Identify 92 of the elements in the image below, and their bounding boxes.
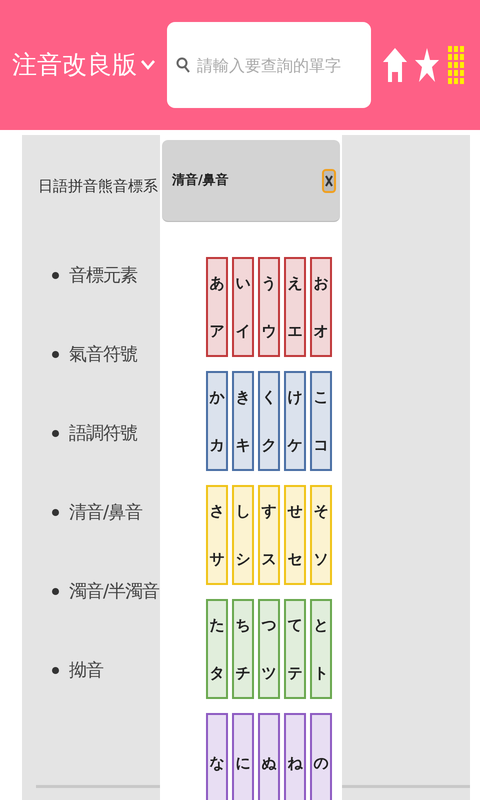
kana-character: ク xyxy=(262,434,276,456)
kana-character: え xyxy=(288,272,302,294)
kana-tile[interactable]: き キ xyxy=(232,371,254,471)
kana-character: テ xyxy=(288,662,302,684)
kana-tile[interactable]: の xyxy=(310,713,332,800)
kana-character: カ xyxy=(210,434,224,456)
kana-character: セ xyxy=(288,548,302,570)
kana-character: す xyxy=(262,500,276,522)
search-icon xyxy=(176,57,190,73)
kana-character: い xyxy=(236,272,250,294)
kana-character: ケ xyxy=(288,434,302,456)
kana-tile[interactable]: ぬ xyxy=(258,713,280,800)
home-icon[interactable] xyxy=(383,48,408,82)
kana-character: こ xyxy=(314,386,328,408)
kana-character: と xyxy=(314,614,328,636)
kana-character: う xyxy=(262,272,276,294)
kana-tile[interactable]: う ウ xyxy=(258,257,280,357)
sidebar-link[interactable]: 語調符號 xyxy=(69,420,137,446)
kana-tile[interactable]: く ク xyxy=(258,371,280,471)
kana-tile[interactable]: な xyxy=(206,713,228,800)
kana-tile[interactable]: た タ xyxy=(206,599,228,699)
kana-character: シ xyxy=(236,548,250,570)
close-button[interactable] xyxy=(322,168,336,192)
kana-character: サ xyxy=(210,548,224,570)
kana-character: お xyxy=(314,272,328,294)
kana-character: ち xyxy=(236,614,250,636)
close-icon xyxy=(325,174,333,186)
kana-tile[interactable]: と ト xyxy=(310,599,332,699)
bullet-icon xyxy=(52,272,59,278)
sidebar-link[interactable]: 音標元素 xyxy=(69,262,137,288)
kana-character: の xyxy=(314,752,328,774)
sidebar-heading: 日語拼音熊音標系 xyxy=(38,176,158,197)
kana-character: ト xyxy=(314,662,328,684)
kana-character: ス xyxy=(262,548,276,570)
kana-character: し xyxy=(236,500,250,522)
grid-menu-icon[interactable] xyxy=(448,46,464,84)
kana-tile[interactable]: せ セ xyxy=(284,485,306,585)
kana-tile[interactable]: す ス xyxy=(258,485,280,585)
kana-character: き xyxy=(236,386,250,408)
kana-character: コ xyxy=(314,434,328,456)
kana-character: エ xyxy=(288,320,302,342)
bullet-icon xyxy=(52,430,59,436)
kana-character: ツ xyxy=(262,662,276,684)
bullet-icon xyxy=(52,666,59,674)
kana-tile[interactable]: さ サ xyxy=(206,485,228,585)
sidebar-link[interactable]: 氣音符號 xyxy=(69,340,137,368)
kana-tile[interactable]: け ケ xyxy=(284,371,306,471)
sidebar-link[interactable]: 拗音 xyxy=(69,656,103,684)
kana-character: ね xyxy=(288,752,302,774)
kana-character: つ xyxy=(262,614,276,636)
kana-character: そ xyxy=(314,500,328,522)
kana-tile[interactable]: い イ xyxy=(232,257,254,357)
sidebar-link[interactable]: 清音/鼻音 xyxy=(69,498,142,526)
kana-character: か xyxy=(210,386,224,408)
sidebar-link[interactable]: 濁音/半濁音 xyxy=(69,578,160,604)
kana-tile[interactable]: ち チ xyxy=(232,599,254,699)
kana-tile[interactable]: お オ xyxy=(310,257,332,357)
kana-character: チ xyxy=(236,662,250,684)
star-icon[interactable] xyxy=(415,48,440,82)
kana-character: な xyxy=(210,752,224,774)
popup-title: 清音/鼻音 xyxy=(172,172,229,190)
kana-tile[interactable]: あ ア xyxy=(206,257,228,357)
kana-character: キ xyxy=(236,434,250,456)
kana-character: け xyxy=(288,386,302,408)
kana-tile[interactable]: こ コ xyxy=(310,371,332,471)
kana-character: ウ xyxy=(262,320,276,342)
kana-character: タ xyxy=(210,662,224,684)
kana-character: イ xyxy=(236,320,250,342)
bullet-icon xyxy=(52,350,59,358)
kana-character: ア xyxy=(210,320,224,342)
kana-tile[interactable]: え エ xyxy=(284,257,306,357)
bullet-icon xyxy=(52,588,59,594)
kana-character: オ xyxy=(314,320,328,342)
kana-tile[interactable]: つ ツ xyxy=(258,599,280,699)
kana-character: た xyxy=(210,614,224,636)
search-field[interactable]: 請輸入要查詢的單字 xyxy=(167,22,371,108)
kana-character: く xyxy=(262,386,276,408)
chevron-down-icon xyxy=(141,60,155,70)
kana-character: ぬ xyxy=(262,752,276,774)
kana-character: せ xyxy=(288,500,302,522)
kana-character: に xyxy=(236,752,250,774)
kana-tile[interactable]: に xyxy=(232,713,254,800)
kana-character: さ xyxy=(210,500,224,522)
kana-tile[interactable]: そ ソ xyxy=(310,485,332,585)
kana-tile[interactable]: し シ xyxy=(232,485,254,585)
kana-tile[interactable]: て テ xyxy=(284,599,306,699)
kana-character: ソ xyxy=(314,548,328,570)
bullet-icon xyxy=(52,508,59,516)
kana-character: あ xyxy=(210,272,224,294)
kana-character: て xyxy=(288,614,302,636)
kana-tile[interactable]: か カ xyxy=(206,371,228,471)
kana-tile[interactable]: ね xyxy=(284,713,306,800)
